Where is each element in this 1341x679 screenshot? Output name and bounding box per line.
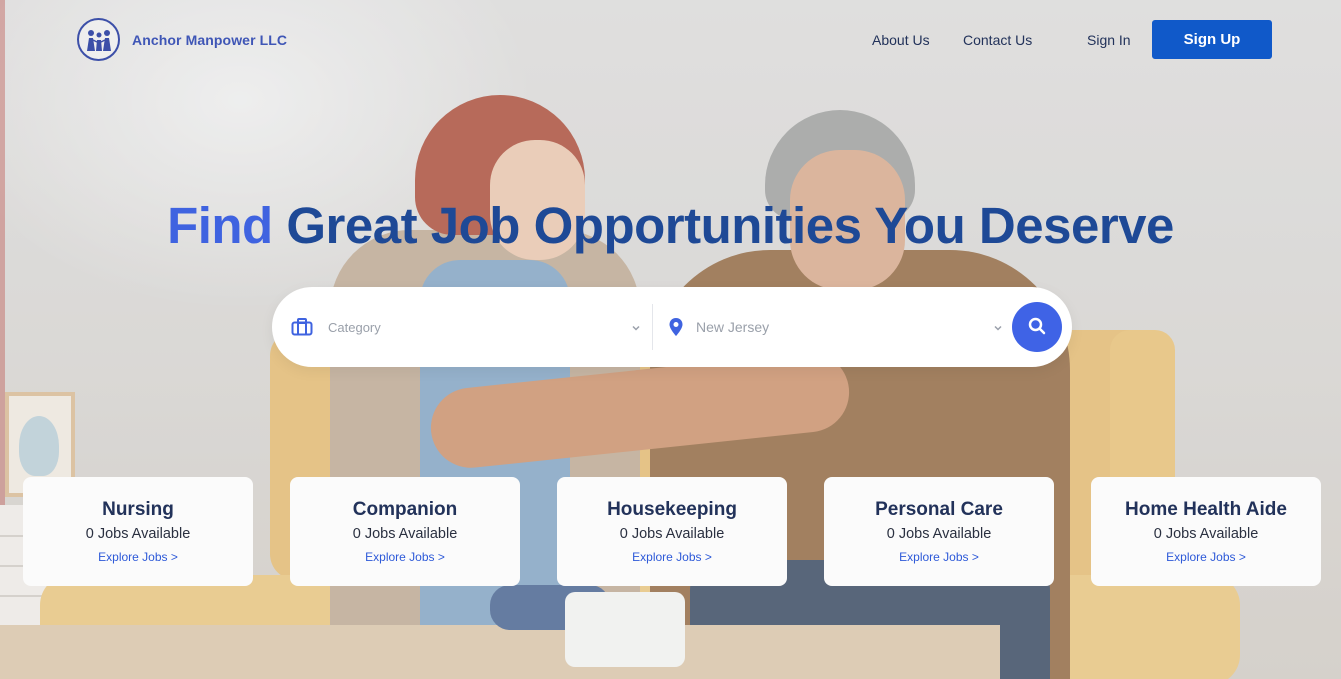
nav-contact-us[interactable]: Contact Us <box>963 32 1053 48</box>
brand-link[interactable]: Anchor Manpower LLC <box>77 18 287 61</box>
family-people-icon <box>77 18 120 61</box>
category-title: Housekeeping <box>607 499 737 520</box>
brand-name: Anchor Manpower LLC <box>132 31 288 48</box>
category-card-housekeeping[interactable]: Housekeeping 0 Jobs Available Explore Jo… <box>557 477 787 586</box>
category-title: Companion <box>352 499 458 520</box>
briefcase-icon <box>290 315 314 339</box>
category-placeholder: Category <box>328 319 381 335</box>
search-divider <box>652 304 653 350</box>
category-job-count: 0 Jobs Available <box>1153 526 1259 542</box>
explore-jobs-link[interactable]: Explore Jobs > <box>1166 550 1246 564</box>
headline-accent: Find <box>167 197 273 254</box>
category-select[interactable]: Category <box>290 287 642 367</box>
category-cards: Nursing 0 Jobs Available Explore Jobs > … <box>23 477 1321 586</box>
category-job-count: 0 Jobs Available <box>886 526 992 542</box>
explore-jobs-link[interactable]: Explore Jobs > <box>98 550 178 564</box>
headline-main: Great Job Opportunities You Deserve <box>286 197 1174 254</box>
search-button[interactable] <box>1012 302 1062 352</box>
location-select[interactable]: New Jersey <box>664 287 1004 367</box>
category-card-nursing[interactable]: Nursing 0 Jobs Available Explore Jobs > <box>23 477 253 586</box>
search-icon <box>1027 316 1047 339</box>
explore-jobs-link[interactable]: Explore Jobs > <box>365 550 445 564</box>
category-job-count: 0 Jobs Available <box>85 526 191 542</box>
site-header: Anchor Manpower LLC About Us Contact Us … <box>0 0 1341 80</box>
chevron-down-icon <box>992 321 1004 333</box>
sign-in-link[interactable]: Sign In <box>1087 32 1147 48</box>
category-job-count: 0 Jobs Available <box>352 526 458 542</box>
sign-up-button[interactable]: Sign Up <box>1152 20 1272 59</box>
job-search-bar: Category New Jersey <box>272 287 1072 367</box>
nav-about-us[interactable]: About Us <box>872 32 952 48</box>
category-card-personal-care[interactable]: Personal Care 0 Jobs Available Explore J… <box>824 477 1054 586</box>
category-card-companion[interactable]: Companion 0 Jobs Available Explore Jobs … <box>290 477 520 586</box>
category-title: Home Health Aide <box>1125 499 1287 520</box>
category-title: Personal Care <box>875 499 1003 520</box>
map-pin-icon <box>664 315 688 339</box>
explore-jobs-link[interactable]: Explore Jobs > <box>899 550 979 564</box>
category-title: Nursing <box>102 499 174 520</box>
category-card-home-health-aide[interactable]: Home Health Aide 0 Jobs Available Explor… <box>1091 477 1321 586</box>
hero-headline: Find Great Job Opportunities You Deserve <box>0 196 1341 255</box>
chevron-down-icon <box>630 321 642 333</box>
explore-jobs-link[interactable]: Explore Jobs > <box>632 550 712 564</box>
location-value: New Jersey <box>696 319 770 335</box>
category-job-count: 0 Jobs Available <box>619 526 725 542</box>
